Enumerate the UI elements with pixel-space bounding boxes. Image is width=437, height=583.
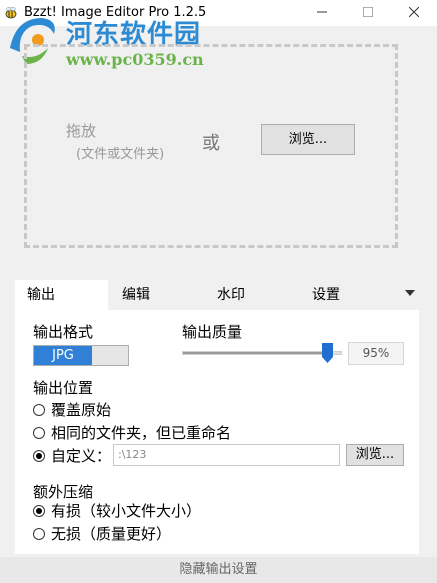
output-format-toggle[interactable]: JPG bbox=[33, 345, 129, 366]
lossy-label[interactable]: 有损（较小文件大小） bbox=[51, 500, 201, 521]
overwrite-label[interactable]: 覆盖原始 bbox=[51, 399, 111, 420]
extra-compression-label: 额外压缩 bbox=[33, 483, 94, 501]
drag-drop-sublabel: (文件或文件夹) bbox=[76, 147, 165, 162]
custom-location-label[interactable]: 自定义： bbox=[51, 445, 111, 466]
custom-location-radio[interactable] bbox=[33, 450, 45, 462]
quality-slider-track[interactable] bbox=[182, 351, 342, 355]
close-icon bbox=[408, 6, 420, 18]
same-folder-renamed-label[interactable]: 相同的文件夹，但已重命名 bbox=[51, 422, 231, 443]
custom-path-input[interactable]: :\123 bbox=[113, 444, 340, 466]
output-format-value: JPG bbox=[34, 346, 92, 365]
lossless-radio[interactable] bbox=[33, 528, 45, 540]
hide-output-settings-button[interactable]: 隐藏输出设置 bbox=[0, 557, 437, 583]
custom-path-browse-button[interactable]: 浏览... bbox=[346, 444, 404, 466]
quality-slider-thumb[interactable] bbox=[322, 343, 333, 363]
output-format-label: 输出格式 bbox=[33, 323, 94, 341]
or-label: 或 bbox=[202, 133, 220, 154]
drag-drop-label: 拖放 bbox=[66, 122, 97, 140]
output-quality-label: 输出质量 bbox=[182, 323, 243, 341]
lossy-radio[interactable] bbox=[33, 505, 45, 517]
overwrite-radio[interactable] bbox=[33, 404, 45, 416]
minimize-icon bbox=[317, 11, 327, 13]
maximize-icon bbox=[363, 7, 373, 17]
close-button[interactable] bbox=[391, 0, 437, 26]
quality-slider-fill bbox=[183, 352, 334, 354]
minimize-button[interactable] bbox=[299, 0, 345, 26]
tab-settings[interactable]: 设置 bbox=[312, 280, 372, 310]
output-location-label: 输出位置 bbox=[33, 379, 94, 397]
tab-watermark[interactable]: 水印 bbox=[217, 280, 277, 310]
same-folder-renamed-radio[interactable] bbox=[33, 427, 45, 439]
settings-tabs: 输出 编辑 水印 设置 bbox=[15, 280, 419, 310]
lossless-label[interactable]: 无损（质量更好） bbox=[51, 523, 171, 544]
tab-output[interactable]: 输出 bbox=[15, 280, 108, 310]
maximize-button[interactable] bbox=[345, 0, 391, 26]
browse-files-button[interactable]: 浏览... bbox=[261, 124, 355, 155]
quality-value-box[interactable]: 95% bbox=[348, 342, 404, 365]
tab-edit[interactable]: 编辑 bbox=[122, 280, 182, 310]
tab-dropdown-arrow-icon[interactable] bbox=[405, 290, 415, 296]
